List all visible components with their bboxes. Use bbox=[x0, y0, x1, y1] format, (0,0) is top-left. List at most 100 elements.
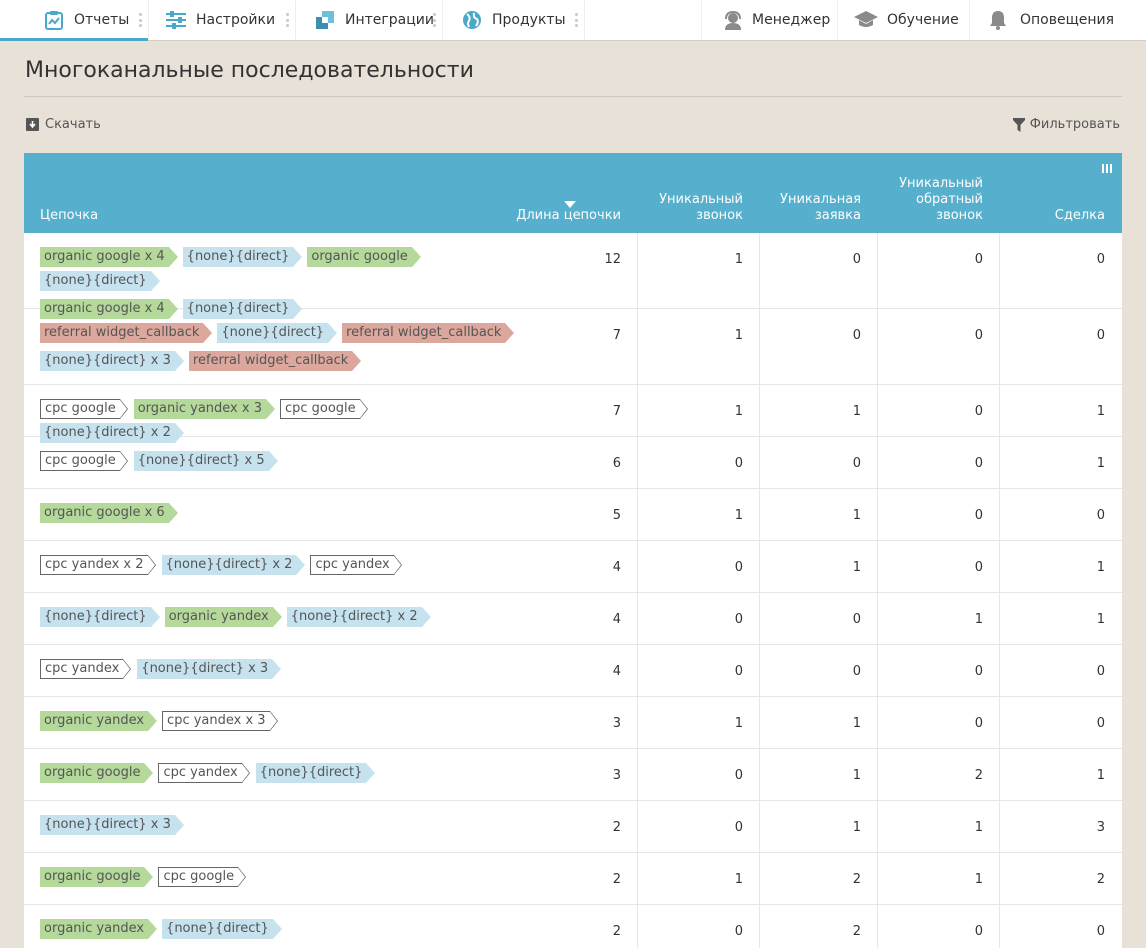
table-row[interactable]: cpc yandex {none}{direct} x 340000 bbox=[24, 645, 1122, 697]
nav-label: Настройки bbox=[196, 12, 276, 28]
unique-lead-cell: 2 bbox=[759, 853, 861, 904]
table-row[interactable]: cpc yandex x 2 {none}{direct} x 2 cpc yand… bbox=[24, 541, 1122, 593]
chain-cell: cpc google {none}{direct} x 5 bbox=[40, 451, 520, 471]
deal-cell: 1 bbox=[999, 541, 1105, 592]
nav-label: Оповещения bbox=[1020, 12, 1115, 28]
channel-tag: {none}{direct} x 2 bbox=[161, 555, 306, 575]
unique-call-cell: 0 bbox=[637, 801, 743, 852]
nav-tab-settings[interactable]: Настройки bbox=[149, 0, 296, 40]
channel-tag: organic google x 4 bbox=[40, 247, 178, 267]
table-row[interactable]: organic google cpc yandex {none}{direct} 3 0… bbox=[24, 749, 1122, 801]
header-line: обратный bbox=[916, 192, 983, 207]
drag-handle-icon[interactable] bbox=[286, 13, 289, 27]
filter-button[interactable]: Фильтровать bbox=[1012, 117, 1120, 132]
channel-tag: cpc google bbox=[279, 399, 368, 419]
table-row[interactable]: {none}{direct} x 320113 bbox=[24, 801, 1122, 853]
table-row[interactable]: referral widget_callback {none}{direct} re… bbox=[24, 309, 1122, 385]
download-button[interactable]: Скачать bbox=[26, 117, 101, 132]
deal-cell: 1 bbox=[999, 593, 1105, 644]
bell-icon bbox=[988, 10, 1008, 30]
products-globe-icon bbox=[462, 10, 482, 30]
nav-tab-integrations[interactable]: Интеграции bbox=[296, 0, 443, 40]
unique-lead-cell: 1 bbox=[759, 749, 861, 800]
channel-tag: organic google bbox=[307, 247, 422, 267]
table-row[interactable]: organic yandex cpc yandex x 331100 bbox=[24, 697, 1122, 749]
chain-cell: {none}{direct} x 3 bbox=[40, 815, 520, 835]
graduation-cap-icon bbox=[854, 10, 878, 30]
table-row[interactable]: {none}{direct} organic yandex {none}{direc… bbox=[24, 593, 1122, 645]
length-cell: 4 bbox=[612, 612, 621, 627]
deal-cell: 0 bbox=[999, 645, 1105, 696]
drag-handle-icon[interactable] bbox=[433, 13, 436, 27]
table-row[interactable]: organic google x 4 {none}{direct} organic … bbox=[24, 233, 1122, 319]
nav-manager[interactable]: Менеджер bbox=[701, 0, 837, 40]
column-header-unique-lead[interactable]: Уникальная заявка bbox=[780, 192, 861, 224]
nav-label: Интеграции bbox=[345, 12, 434, 28]
table-row[interactable]: cpc google {none}{direct} x 560001 bbox=[24, 437, 1122, 489]
deal-cell: 0 bbox=[999, 309, 1105, 384]
unique-lead-cell: 0 bbox=[759, 593, 861, 644]
nav-tab-reports[interactable]: Отчеты bbox=[0, 0, 149, 41]
drag-handle-icon[interactable] bbox=[575, 13, 578, 27]
unique-call-cell: 1 bbox=[637, 697, 743, 748]
channel-tag: {none}{direct} bbox=[40, 271, 160, 291]
nav-notifications[interactable]: Оповещения bbox=[969, 0, 1146, 40]
unique-callback-cell: 0 bbox=[877, 489, 983, 540]
chain-cell: referral widget_callback {none}{direct} re… bbox=[40, 323, 520, 371]
channel-tag: cpc google bbox=[158, 867, 246, 887]
table-row[interactable]: organic google x 651100 bbox=[24, 489, 1122, 541]
channel-tag: {none}{direct} bbox=[217, 323, 337, 343]
unique-call-cell: 1 bbox=[637, 853, 743, 904]
chain-cell: organic yandex {none}{direct} bbox=[40, 919, 520, 939]
unique-callback-cell: 1 bbox=[877, 853, 983, 904]
sort-desc-icon[interactable] bbox=[564, 201, 576, 208]
channel-tag: referral widget_callback bbox=[188, 351, 362, 371]
unique-call-cell: 0 bbox=[637, 905, 743, 948]
channel-tag: cpc yandex bbox=[158, 763, 251, 783]
header-line: звонок bbox=[936, 208, 983, 223]
filter-icon bbox=[1012, 117, 1025, 132]
unique-call-cell: 0 bbox=[637, 593, 743, 644]
channel-tag: organic google x 6 bbox=[40, 503, 178, 523]
chain-cell: organic google cpc yandex {none}{direct} bbox=[40, 763, 520, 783]
integrations-icon bbox=[315, 10, 335, 30]
nav-learning[interactable]: Обучение bbox=[837, 0, 969, 40]
channel-tag: organic yandex bbox=[164, 607, 282, 627]
drag-handle-icon[interactable] bbox=[139, 13, 142, 27]
table-header: Цепочка Длина цепочки Уникальный звонок … bbox=[24, 153, 1122, 233]
length-cell: 12 bbox=[604, 252, 621, 267]
column-header-chain[interactable]: Цепочка bbox=[40, 208, 98, 224]
nav-label: Обучение bbox=[887, 12, 959, 28]
unique-callback-cell: 2 bbox=[877, 749, 983, 800]
column-header-unique-callback[interactable]: Уникальный обратный звонок bbox=[899, 176, 983, 224]
column-header-deal[interactable]: Сделка bbox=[1055, 208, 1105, 224]
table-row[interactable]: organic yandex {none}{direct} 2 0 2 0 0 bbox=[24, 905, 1122, 948]
deal-cell: 1 bbox=[999, 749, 1105, 800]
channel-tag: {none}{direct} bbox=[255, 763, 376, 783]
unique-call-cell: 0 bbox=[637, 437, 743, 488]
channel-tag: {none}{direct} x 5 bbox=[133, 451, 278, 471]
channel-tag: cpc yandex bbox=[40, 659, 132, 679]
unique-callback-cell: 0 bbox=[877, 437, 983, 488]
channel-tag: cpc yandex x 3 bbox=[162, 711, 278, 731]
table-row[interactable]: cpc google organic yandex x 3 cpc google {n… bbox=[24, 385, 1122, 443]
length-cell: 4 bbox=[612, 560, 621, 575]
columns-settings-icon[interactable] bbox=[1102, 164, 1112, 173]
channel-tag: {none}{direct} x 3 bbox=[137, 659, 282, 679]
title-divider bbox=[24, 96, 1122, 97]
chain-cell: cpc yandex x 2 {none}{direct} x 2 cpc yand… bbox=[40, 555, 520, 575]
deal-cell: 0 bbox=[999, 233, 1105, 308]
unique-lead-cell: 0 bbox=[759, 233, 861, 308]
unique-callback-cell: 1 bbox=[877, 801, 983, 852]
unique-lead-cell: 1 bbox=[759, 697, 861, 748]
unique-lead-cell: 0 bbox=[759, 645, 861, 696]
column-header-length[interactable]: Длина цепочки bbox=[516, 208, 621, 224]
chain-cell: organic google x 6 bbox=[40, 503, 520, 523]
nav-tab-products[interactable]: Продукты bbox=[443, 0, 585, 40]
table-row[interactable]: organic google cpc google 2 1 2 1 2 bbox=[24, 853, 1122, 905]
column-header-unique-call[interactable]: Уникальный звонок bbox=[659, 192, 743, 224]
unique-call-cell: 1 bbox=[637, 385, 743, 436]
table-body: organic google x 4 {none}{direct} organic … bbox=[24, 233, 1122, 948]
channel-tag: cpc google bbox=[40, 399, 128, 419]
channel-tag: {none}{direct} x 3 bbox=[40, 815, 184, 835]
